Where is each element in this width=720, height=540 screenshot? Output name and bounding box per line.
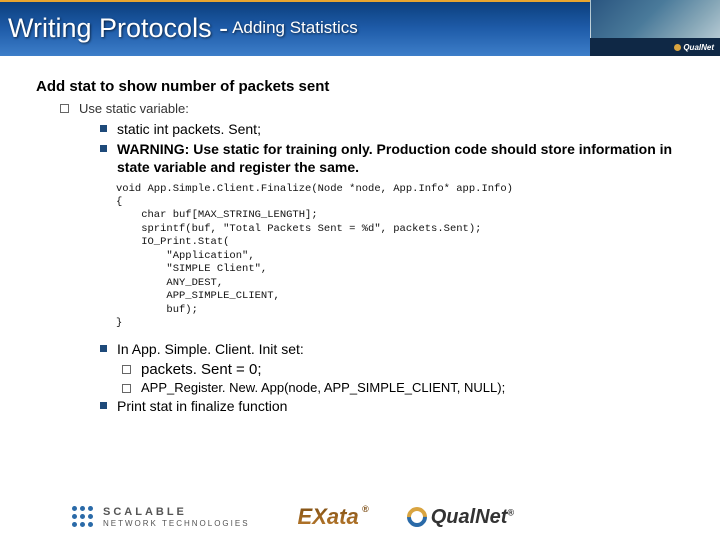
slide-content: Add stat to show number of packets sent … bbox=[0, 56, 720, 415]
code-snippet: void App.Simple.Client.Finalize(Node *no… bbox=[116, 183, 692, 331]
title-sub: Adding Statistics bbox=[232, 18, 358, 38]
hollow-square-icon bbox=[60, 104, 69, 113]
footer-logos: SCALABLE NETWORK TECHNOLOGIES EXata Qual… bbox=[70, 504, 700, 530]
bullet-level-2-warning: WARNING: Use static for training only. P… bbox=[100, 140, 692, 176]
bullet-level-2: In App. Simple. Client. Init set: bbox=[100, 340, 692, 358]
title-main: Writing Protocols - bbox=[8, 13, 228, 44]
bullet-level-3: packets. Sent = 0; bbox=[122, 361, 692, 378]
filled-square-icon bbox=[100, 145, 107, 152]
scalable-networks-logo: SCALABLE NETWORK TECHNOLOGIES bbox=[70, 504, 250, 530]
hollow-square-icon bbox=[122, 384, 131, 393]
hollow-square-icon bbox=[122, 365, 131, 374]
bullet-level-2: Print stat in finalize function bbox=[100, 397, 692, 415]
filled-square-icon bbox=[100, 125, 107, 132]
title-bar: Writing Protocols - Adding Statistics Qu… bbox=[0, 0, 720, 56]
corner-logo: QualNet bbox=[590, 38, 720, 56]
bullet-level-3: APP_Register. New. App(node, APP_SIMPLE_… bbox=[122, 380, 692, 395]
filled-square-icon bbox=[100, 402, 107, 409]
corner-decoration: QualNet bbox=[590, 0, 720, 56]
exata-logo: EXata bbox=[298, 504, 359, 530]
ring-icon bbox=[403, 503, 431, 531]
filled-square-icon bbox=[100, 345, 107, 352]
qualnet-logo: QualNet® bbox=[407, 506, 514, 529]
bullet-level-2: static int packets. Sent; bbox=[100, 120, 692, 138]
bullet-level-1: Use static variable: bbox=[60, 101, 692, 116]
dot-grid-icon bbox=[70, 504, 96, 530]
section-heading: Add stat to show number of packets sent bbox=[36, 78, 692, 95]
